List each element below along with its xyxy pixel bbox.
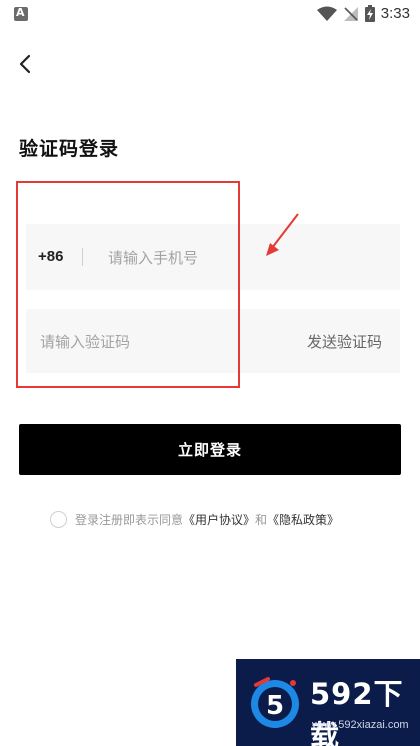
watermark: 5 592下载 www.592xiazai.com	[236, 659, 420, 746]
watermark-logo-icon: 5	[251, 677, 299, 728]
no-signal-icon	[343, 6, 358, 21]
agreement: 登录注册即表示同意 《用户协议》 和 《隐私政策》	[50, 511, 339, 528]
page-title: 验证码登录	[19, 138, 120, 160]
wifi-icon	[316, 6, 337, 21]
highlight-box	[16, 181, 240, 388]
agreement-prefix: 登录注册即表示同意	[75, 513, 184, 527]
status-bar: 3:33	[0, 0, 420, 30]
privacy-policy-link[interactable]: 《隐私政策》	[267, 511, 339, 528]
back-chevron-icon[interactable]	[14, 52, 38, 76]
status-time: 3:33	[380, 5, 410, 22]
user-agreement-link[interactable]: 《用户协议》	[183, 511, 255, 528]
watermark-brand: 592下载	[310, 677, 404, 746]
status-icons: 3:33	[316, 5, 410, 22]
app-notification-icon	[14, 6, 28, 21]
send-code-button[interactable]: 发送验证码	[307, 331, 382, 352]
svg-text:5: 5	[266, 691, 284, 721]
login-button[interactable]: 立即登录	[19, 424, 401, 475]
battery-charging-icon	[364, 5, 375, 22]
agreement-and: 和	[255, 513, 268, 527]
annotation-arrow-icon	[266, 213, 299, 256]
agree-checkbox[interactable]	[50, 511, 67, 528]
watermark-url: www.592xiazai.com	[312, 719, 409, 731]
